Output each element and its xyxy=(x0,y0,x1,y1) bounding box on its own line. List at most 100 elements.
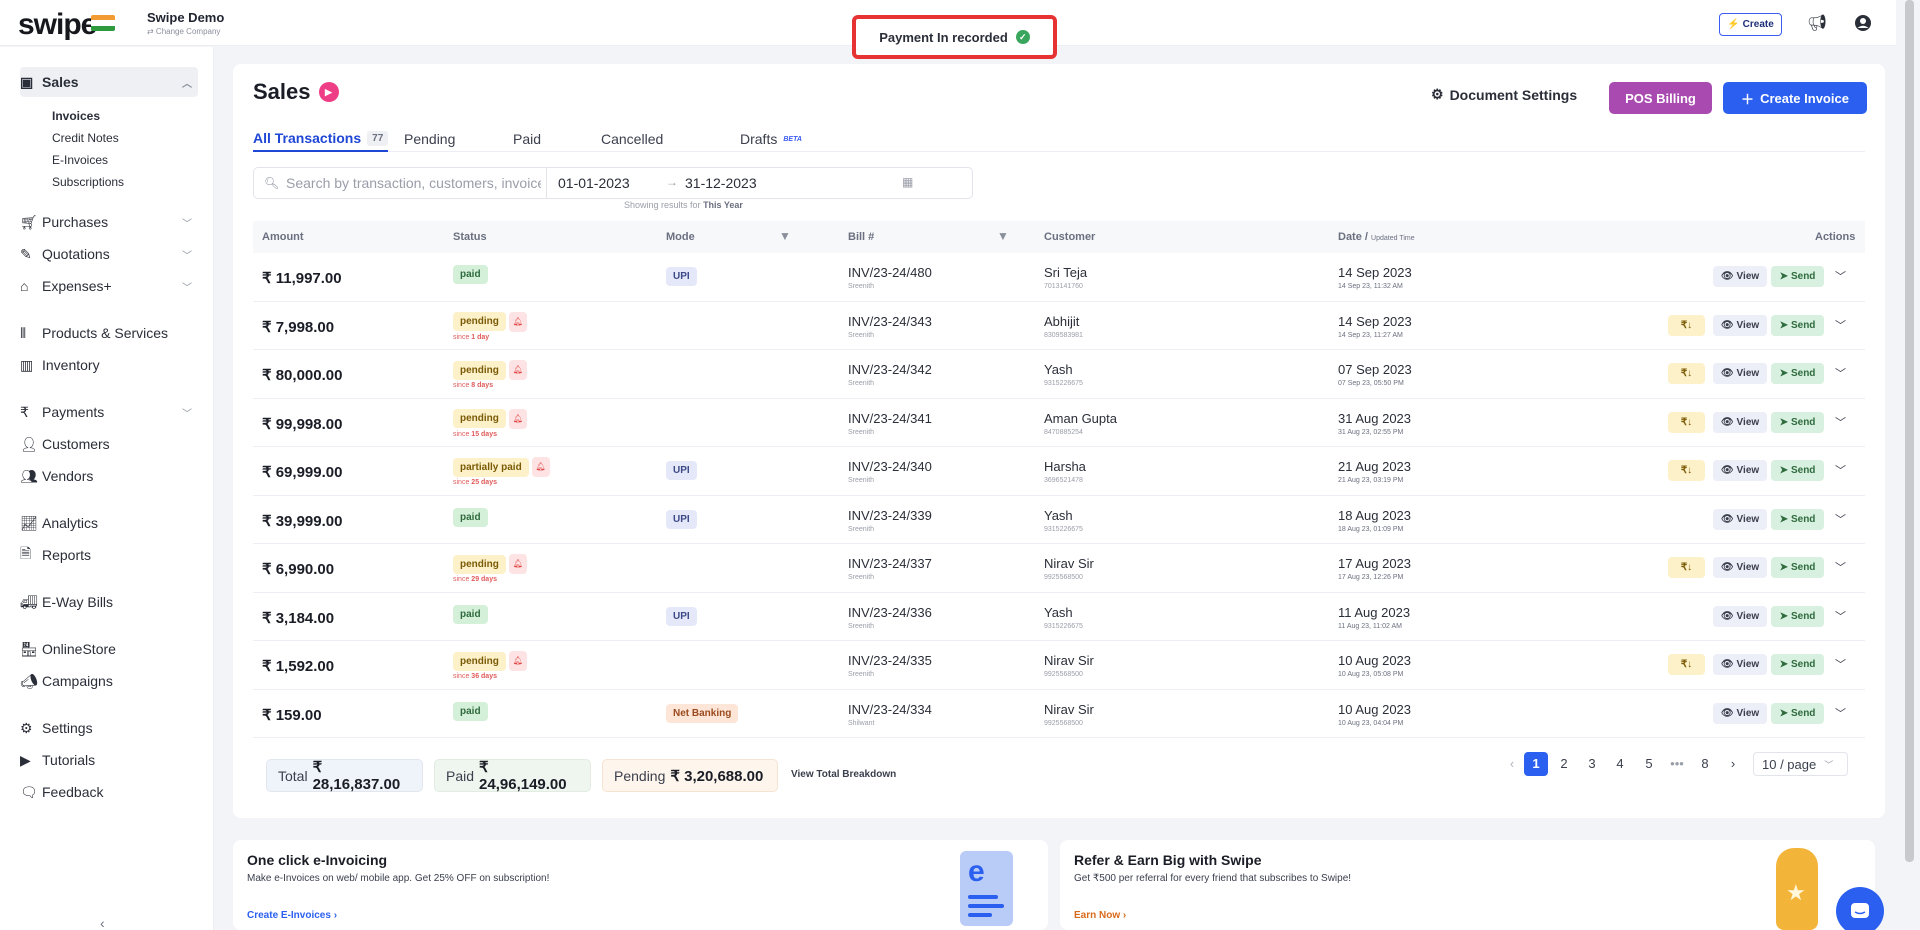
table-row[interactable]: ₹ 99,998.00 pending 🔔︎ since 15 days INV/23-… xyxy=(253,399,1865,447)
customer-cell[interactable]: Abhijit 8309583981 xyxy=(1044,314,1083,339)
bell-reminder-icon[interactable]: 🔔︎ xyxy=(508,651,527,671)
customer-cell[interactable]: Sri Teja 7013141760 xyxy=(1044,265,1087,290)
bell-reminder-icon[interactable]: 🔔︎ xyxy=(508,360,527,380)
table-row[interactable]: ₹ 39,999.00 paid UPI INV/23-24/339 Sreenith Y… xyxy=(253,496,1865,544)
sidebar-item-onlinestore[interactable]: 🏪︎ OnlineStore xyxy=(20,634,198,664)
bill-filter-icon[interactable]: ▼ xyxy=(997,229,1009,243)
view-button[interactable]: 👁︎ View xyxy=(1713,266,1767,287)
page-5[interactable]: 5 xyxy=(1637,752,1661,776)
table-row[interactable]: ₹ 159.00 paid Net Banking INV/23-24/334 Shil… xyxy=(253,690,1865,738)
collapse-sidebar-icon[interactable]: ‹ xyxy=(100,915,105,930)
table-row[interactable]: ₹ 7,998.00 pending 🔔︎ since 1 day INV/23-24/… xyxy=(253,302,1865,350)
record-payment-button[interactable]: ₹↓ xyxy=(1668,411,1705,433)
sidebar-item-settings[interactable]: ⚙ Settings xyxy=(20,713,198,743)
page-ellipsis[interactable]: ••• xyxy=(1665,752,1689,776)
customer-cell[interactable]: Nirav Sir 9925568500 xyxy=(1044,702,1094,727)
company-switcher[interactable]: Swipe Demo ⇄ Change Company xyxy=(147,10,224,36)
bill-cell[interactable]: INV/23-24/335 Sreenith xyxy=(848,653,932,678)
customer-cell[interactable]: Nirav Sir 9925568500 xyxy=(1044,653,1094,678)
earn-now-link[interactable]: Earn Now › xyxy=(1074,910,1126,921)
calendar-icon[interactable]: ▦ xyxy=(902,175,913,189)
bill-cell[interactable]: INV/23-24/340 Sreenith xyxy=(848,459,932,484)
table-row[interactable]: ₹ 1,592.00 pending 🔔︎ since 36 days INV/23-2… xyxy=(253,641,1865,690)
next-page-icon[interactable]: › xyxy=(1721,752,1745,776)
view-total-breakdown-link[interactable]: View Total Breakdown xyxy=(791,769,896,780)
bill-cell[interactable]: INV/23-24/339 Sreenith xyxy=(848,508,932,533)
swipe-logo[interactable]: swipe xyxy=(18,8,97,42)
view-button[interactable]: 👁︎ View xyxy=(1713,702,1767,724)
send-button[interactable]: ➤ Send xyxy=(1771,557,1824,578)
sidebar-item-expenses[interactable]: ⌂ Expenses+ ﹀ xyxy=(20,271,198,301)
tab-paid[interactable]: Paid xyxy=(513,126,541,152)
bill-cell[interactable]: INV/23-24/334 Shilwant xyxy=(848,702,932,727)
support-chat-button[interactable] xyxy=(1836,887,1884,930)
search-input[interactable] xyxy=(286,169,541,197)
mode-filter-icon[interactable]: ▼ xyxy=(779,229,791,243)
tab-pending[interactable]: Pending xyxy=(404,126,455,152)
play-video-icon[interactable]: ▶ xyxy=(318,82,339,102)
page-4[interactable]: 4 xyxy=(1608,752,1632,776)
tab-all-transactions[interactable]: All Transactions 77 xyxy=(253,126,389,152)
view-button[interactable]: 👁︎ View xyxy=(1713,508,1767,530)
sidebar-item-sales[interactable]: ▣ Sales ︿ xyxy=(20,67,198,97)
prev-page-icon[interactable]: ‹ xyxy=(1500,752,1524,776)
expand-row-chevron-icon[interactable]: ﹀ xyxy=(1835,414,1846,430)
sidebar-item-quotations[interactable]: ✎ Quotations ﹀ xyxy=(20,239,198,269)
record-payment-button[interactable]: ₹↓ xyxy=(1668,460,1705,481)
change-company-link[interactable]: ⇄ Change Company xyxy=(147,27,224,36)
sidebar-sub-subscriptions[interactable]: Subscriptions xyxy=(52,175,124,189)
sidebar-item-analytics[interactable]: 📈︎ Analytics xyxy=(20,508,198,538)
bill-cell[interactable]: INV/23-24/343 Sreenith xyxy=(848,314,932,339)
view-button[interactable]: 👁︎ View xyxy=(1713,605,1767,627)
date-from-input[interactable]: 01-01-2023 xyxy=(558,175,630,191)
table-row[interactable]: ₹ 6,990.00 pending 🔔︎ since 29 days INV/23-2… xyxy=(253,544,1865,593)
send-button[interactable]: ➤ Send xyxy=(1771,702,1824,724)
tab-drafts[interactable]: Drafts BETA xyxy=(740,126,802,152)
bill-cell[interactable]: INV/23-24/337 Sreenith xyxy=(848,556,932,581)
send-button[interactable]: ➤ Send xyxy=(1771,460,1824,481)
expand-row-chevron-icon[interactable]: ﹀ xyxy=(1835,317,1846,333)
expand-row-chevron-icon[interactable]: ﹀ xyxy=(1835,268,1846,284)
page-scrollbar[interactable] xyxy=(1905,0,1914,862)
sidebar-item-feedback[interactable]: 🗨︎ Feedback xyxy=(20,777,198,807)
create-invoice-button[interactable]: ＋ Create Invoice xyxy=(1723,82,1867,114)
customer-cell[interactable]: Yash 9315226675 xyxy=(1044,605,1083,630)
table-row[interactable]: ₹ 3,184.00 paid UPI INV/23-24/336 Sreenith Ya… xyxy=(253,593,1865,641)
customer-cell[interactable]: Harsha 3696521478 xyxy=(1044,459,1086,484)
expand-row-chevron-icon[interactable]: ﹀ xyxy=(1835,705,1846,721)
send-button[interactable]: ➤ Send xyxy=(1771,508,1824,530)
bell-reminder-icon[interactable]: 🔔︎ xyxy=(508,554,527,574)
column-date[interactable]: Date / Updated Time xyxy=(1338,231,1415,243)
bell-reminder-icon[interactable]: 🔔︎ xyxy=(508,311,527,332)
customer-cell[interactable]: Nirav Sir 9925568500 xyxy=(1044,556,1094,581)
view-button[interactable]: 👁︎ View xyxy=(1713,460,1767,481)
sidebar-sub-e-invoices[interactable]: E-Invoices xyxy=(52,153,108,167)
page-8[interactable]: 8 xyxy=(1693,752,1717,776)
page-2[interactable]: 2 xyxy=(1552,752,1576,776)
view-button[interactable]: 👁︎ View xyxy=(1713,557,1767,578)
tab-cancelled[interactable]: Cancelled xyxy=(601,126,663,152)
view-button[interactable]: 👁︎ View xyxy=(1713,411,1767,433)
record-payment-button[interactable]: ₹↓ xyxy=(1668,557,1705,578)
expand-row-chevron-icon[interactable]: ﹀ xyxy=(1835,462,1846,478)
table-row[interactable]: ₹ 80,000.00 pending 🔔︎ since 8 days INV/23-2… xyxy=(253,350,1865,399)
table-row[interactable]: ₹ 69,999.00 partially paid 🔔︎ since 25 days… xyxy=(253,447,1865,496)
page-size-select[interactable]: 10 / page ﹀ xyxy=(1753,752,1848,776)
bill-cell[interactable]: INV/23-24/341 Sreenith xyxy=(848,411,932,436)
customer-cell[interactable]: Aman Gupta 8470885254 xyxy=(1044,411,1117,436)
column-amount[interactable]: Amount xyxy=(262,231,304,243)
sidebar-item-eway-bills[interactable]: 🚚︎ E-Way Bills xyxy=(20,587,198,617)
sidebar-sub-invoices[interactable]: Invoices xyxy=(52,109,100,123)
record-payment-button[interactable]: ₹↓ xyxy=(1668,314,1705,336)
document-settings-button[interactable]: ⚙ Document Settings xyxy=(1431,86,1577,103)
sidebar-sub-credit-notes[interactable]: Credit Notes xyxy=(52,131,119,145)
pos-billing-button[interactable]: POS Billing xyxy=(1609,82,1712,114)
bill-cell[interactable]: INV/23-24/342 Sreenith xyxy=(848,362,932,387)
expand-row-chevron-icon[interactable]: ﹀ xyxy=(1835,656,1846,672)
bill-cell[interactable]: INV/23-24/480 Sreenith xyxy=(848,265,932,290)
sidebar-item-inventory[interactable]: ▥ Inventory xyxy=(20,350,198,380)
customer-cell[interactable]: Yash 9315226675 xyxy=(1044,508,1083,533)
bell-reminder-icon[interactable]: 🔔︎ xyxy=(531,457,550,477)
expand-row-chevron-icon[interactable]: ﹀ xyxy=(1835,365,1846,381)
date-to-input[interactable]: 31-12-2023 xyxy=(685,175,757,191)
